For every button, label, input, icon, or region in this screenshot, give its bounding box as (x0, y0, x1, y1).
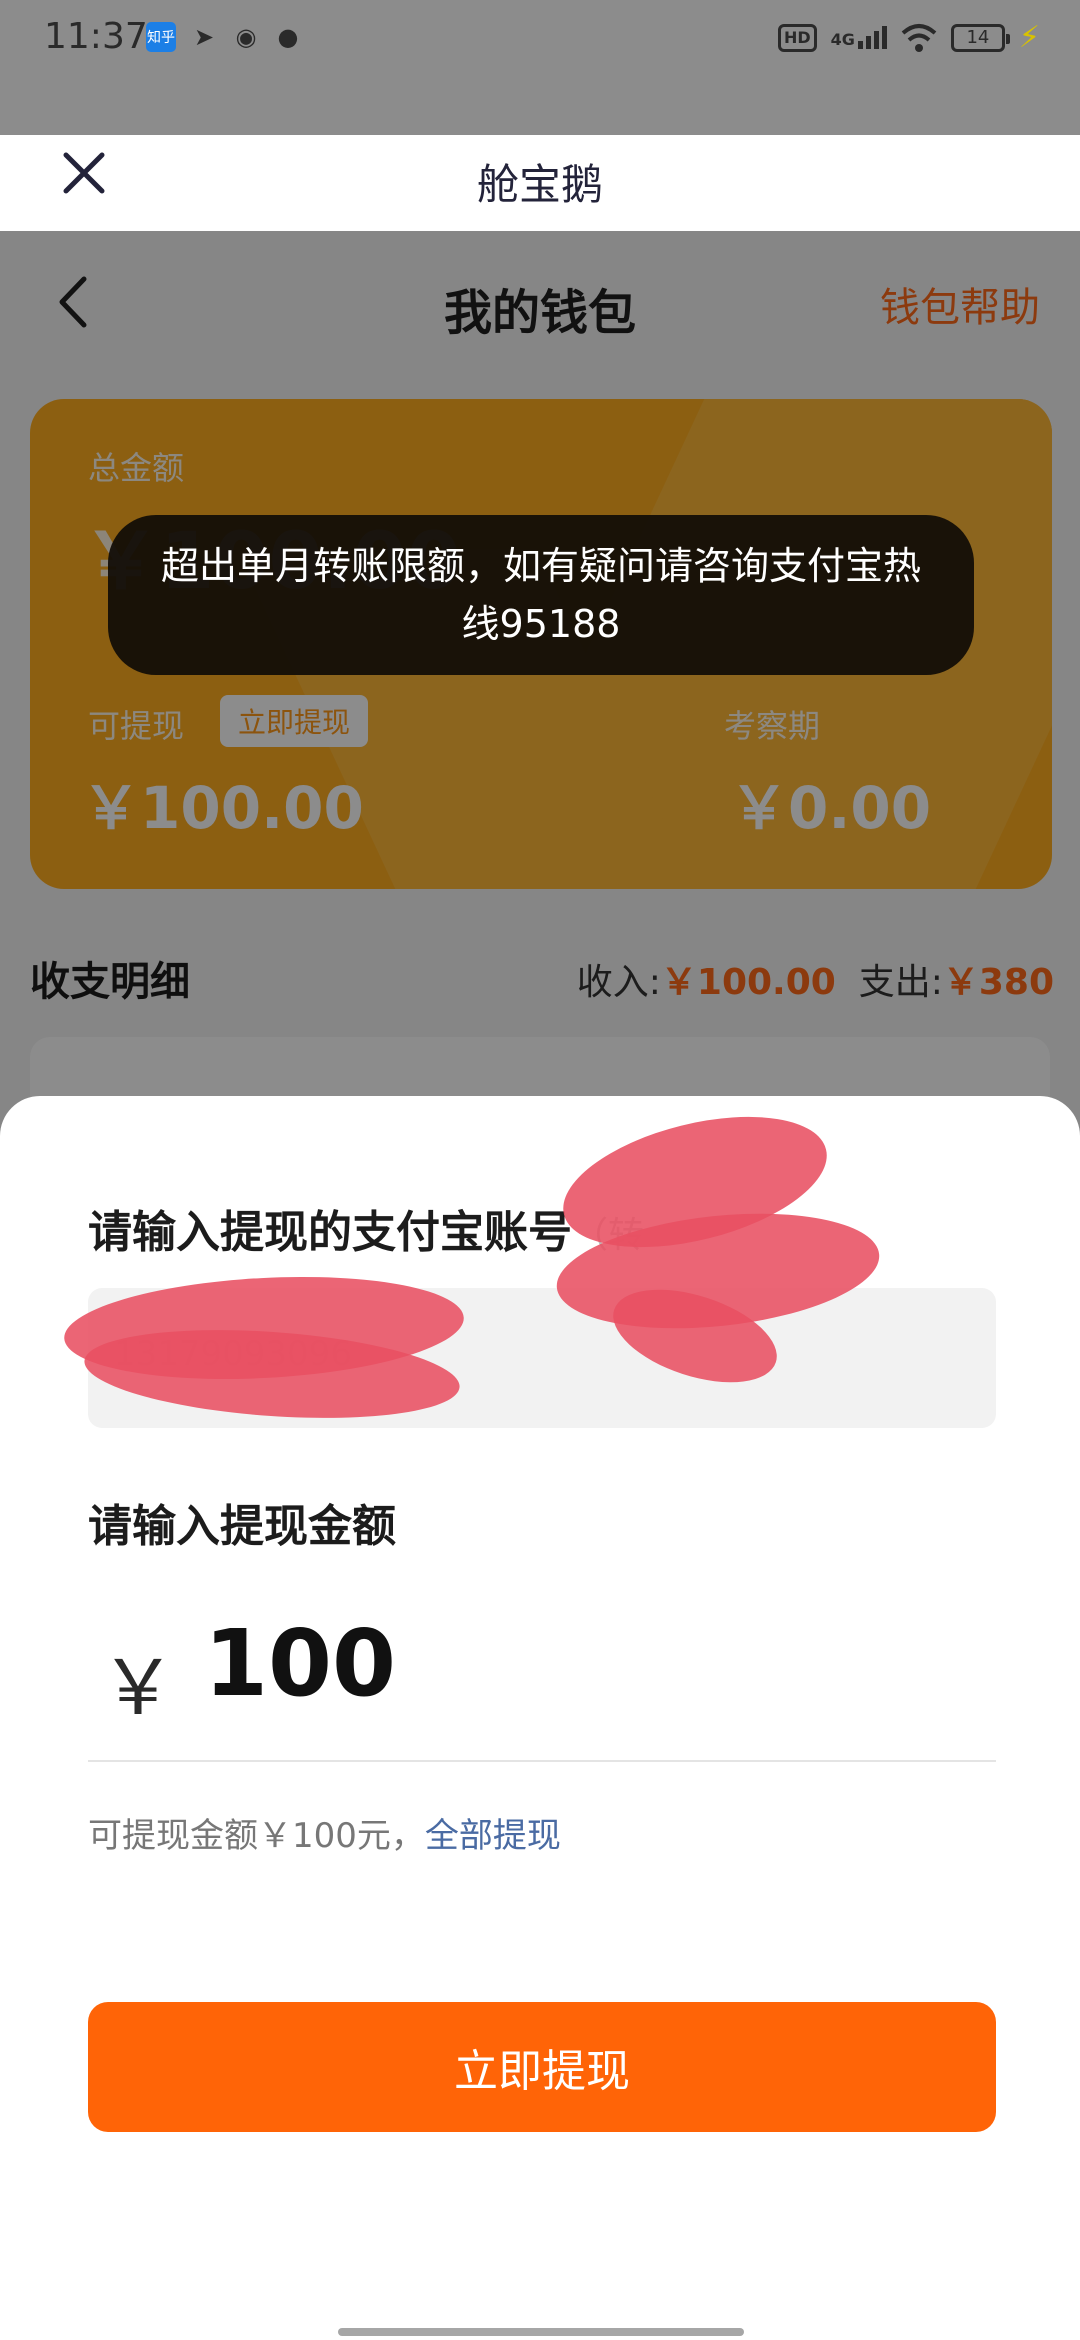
home-indicator[interactable] (338, 2328, 744, 2336)
wifi-icon (901, 23, 937, 52)
location-pin-icon: ◉ (235, 23, 257, 51)
battery-icon: 14 (950, 23, 1010, 52)
currency-symbol: ￥ (100, 1643, 176, 1732)
amount-prompt: 请输入提现金额 (88, 1501, 396, 1552)
status-bar: 11:37 知乎 ➤ ◉ ● HD 4G 14 ⚡ (0, 0, 1080, 135)
withdraw-now-button[interactable]: 立即提现 (88, 2002, 996, 2132)
notification-icons: 知乎 ➤ ◉ ● (146, 22, 302, 52)
zhihu-app-icon: 知乎 (146, 22, 176, 52)
account-prompt-text: 请输入提现的支付宝账号 (88, 1207, 572, 1258)
globe-icon: ● (277, 23, 299, 51)
amount-divider (88, 1760, 996, 1762)
bird-icon: ➤ (193, 23, 215, 51)
withdraw-amount-input[interactable]: 100 (204, 1610, 396, 1717)
mini-app-title: 舱宝鹅 (476, 160, 603, 209)
withdraw-sheet: 请输入提现的支付宝账号（转 13179093096 请输入提现金额 ￥ 100 … (0, 1093, 1080, 2340)
account-prompt: 请输入提现的支付宝账号（转 (88, 1196, 644, 1260)
signal-icon: 4G (831, 26, 887, 49)
network-type: 4G (830, 30, 855, 49)
withdraw-all-link[interactable]: 全部提现 (425, 1816, 561, 1856)
charging-icon: ⚡ (1018, 20, 1040, 55)
system-icons: HD 4G 14 ⚡ (777, 20, 1040, 55)
status-time: 11:37 (44, 16, 148, 57)
hd-icon: HD (777, 23, 817, 52)
available-balance: 可提现金额￥100元，全部提现 (88, 1808, 561, 1857)
available-text: 可提现金额￥100元， (88, 1816, 425, 1856)
error-toast: 超出单月转账限额，如有疑问请咨询支付宝热线95188 (108, 515, 974, 675)
mini-app-header: 舱宝鹅 (0, 135, 1080, 231)
